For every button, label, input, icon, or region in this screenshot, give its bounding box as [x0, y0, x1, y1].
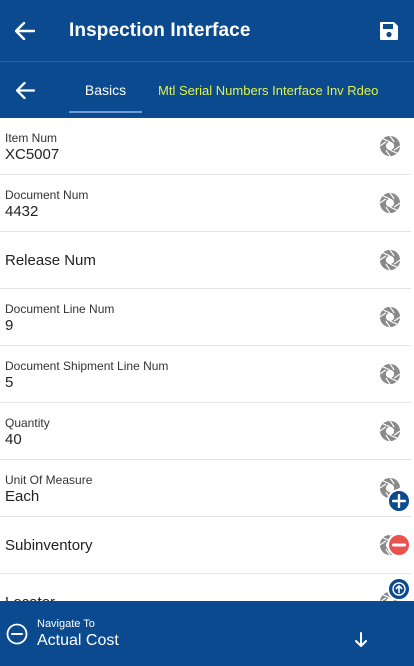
field-value: 5 — [5, 374, 14, 391]
tab-basics-label: Basics — [84, 82, 127, 98]
navigate-value[interactable]: Actual Cost — [37, 632, 119, 650]
active-tab-indicator — [69, 111, 142, 113]
plus-icon — [392, 494, 406, 508]
tab-bar: Basics Mtl Serial Numbers Interface Inv … — [0, 61, 414, 118]
tab-mtl-serial-numbers[interactable]: Mtl Serial Numbers Interface Inv Rdeo — [158, 62, 378, 118]
field-row-document-line-num[interactable]: Document Line Num 9 — [0, 289, 411, 346]
field-row-item-num[interactable]: Item Num XC5007 — [0, 118, 411, 175]
field-label: Document Shipment Line Num — [5, 359, 169, 373]
field-label: Document Num — [5, 188, 89, 202]
camera-shutter-icon[interactable] — [379, 135, 401, 157]
navigate-label: Navigate To — [37, 618, 95, 630]
field-row-unit-of-measure[interactable]: Unit Of Measure Each — [0, 460, 411, 517]
camera-shutter-icon[interactable] — [379, 420, 401, 442]
navigate-bar[interactable]: Navigate To Actual Cost — [0, 601, 414, 666]
tab-mtl-label: Mtl Serial Numbers Interface Inv Rdeo — [158, 82, 379, 98]
field-row-locator[interactable]: Locator — [0, 574, 411, 601]
camera-shutter-icon[interactable] — [379, 306, 401, 328]
field-value: 4432 — [5, 203, 39, 220]
arrow-down-icon[interactable] — [353, 631, 369, 649]
camera-shutter-icon[interactable] — [379, 363, 401, 385]
tab-back-button[interactable] — [0, 62, 50, 118]
scroll-top-button[interactable] — [387, 577, 411, 601]
back-button[interactable] — [0, 0, 50, 61]
arrow-left-icon — [15, 81, 35, 99]
minus-circle-icon[interactable] — [6, 623, 28, 645]
field-value: XC5007 — [5, 146, 60, 163]
field-label: Subinventory — [5, 536, 93, 554]
field-row-document-shipment-line-num[interactable]: Document Shipment Line Num 5 — [0, 346, 411, 403]
field-label: Release Num — [5, 251, 96, 269]
arrow-up-icon — [392, 582, 406, 596]
field-label: Unit Of Measure — [5, 473, 93, 487]
field-value: Each — [5, 488, 40, 505]
camera-shutter-icon[interactable] — [379, 192, 401, 214]
field-label: Document Line Num — [5, 302, 115, 316]
tab-basics[interactable]: Basics — [69, 62, 142, 118]
field-row-quantity[interactable]: Quantity 40 — [0, 403, 411, 460]
floppy-disk-icon — [380, 21, 398, 40]
app-header: Inspection Interface — [0, 0, 414, 61]
page-title: Inspection Interface — [69, 19, 251, 41]
camera-shutter-icon[interactable] — [379, 249, 401, 271]
field-value: 9 — [5, 317, 14, 334]
arrow-left-icon — [15, 21, 35, 40]
field-row-document-num[interactable]: Document Num 4432 — [0, 175, 411, 232]
save-button[interactable] — [364, 0, 414, 61]
field-value: 40 — [5, 431, 22, 448]
field-row-subinventory[interactable]: Subinventory — [0, 517, 411, 574]
field-label: Locator — [5, 574, 55, 602]
remove-button[interactable] — [387, 533, 411, 557]
minus-icon — [392, 543, 406, 547]
add-button[interactable] — [387, 489, 411, 513]
field-list: Item Num XC5007 Document Num 4432 Releas… — [0, 118, 414, 601]
field-label: Item Num — [5, 131, 58, 145]
field-label: Quantity — [5, 416, 50, 430]
field-row-release-num[interactable]: Release Num — [0, 232, 411, 289]
